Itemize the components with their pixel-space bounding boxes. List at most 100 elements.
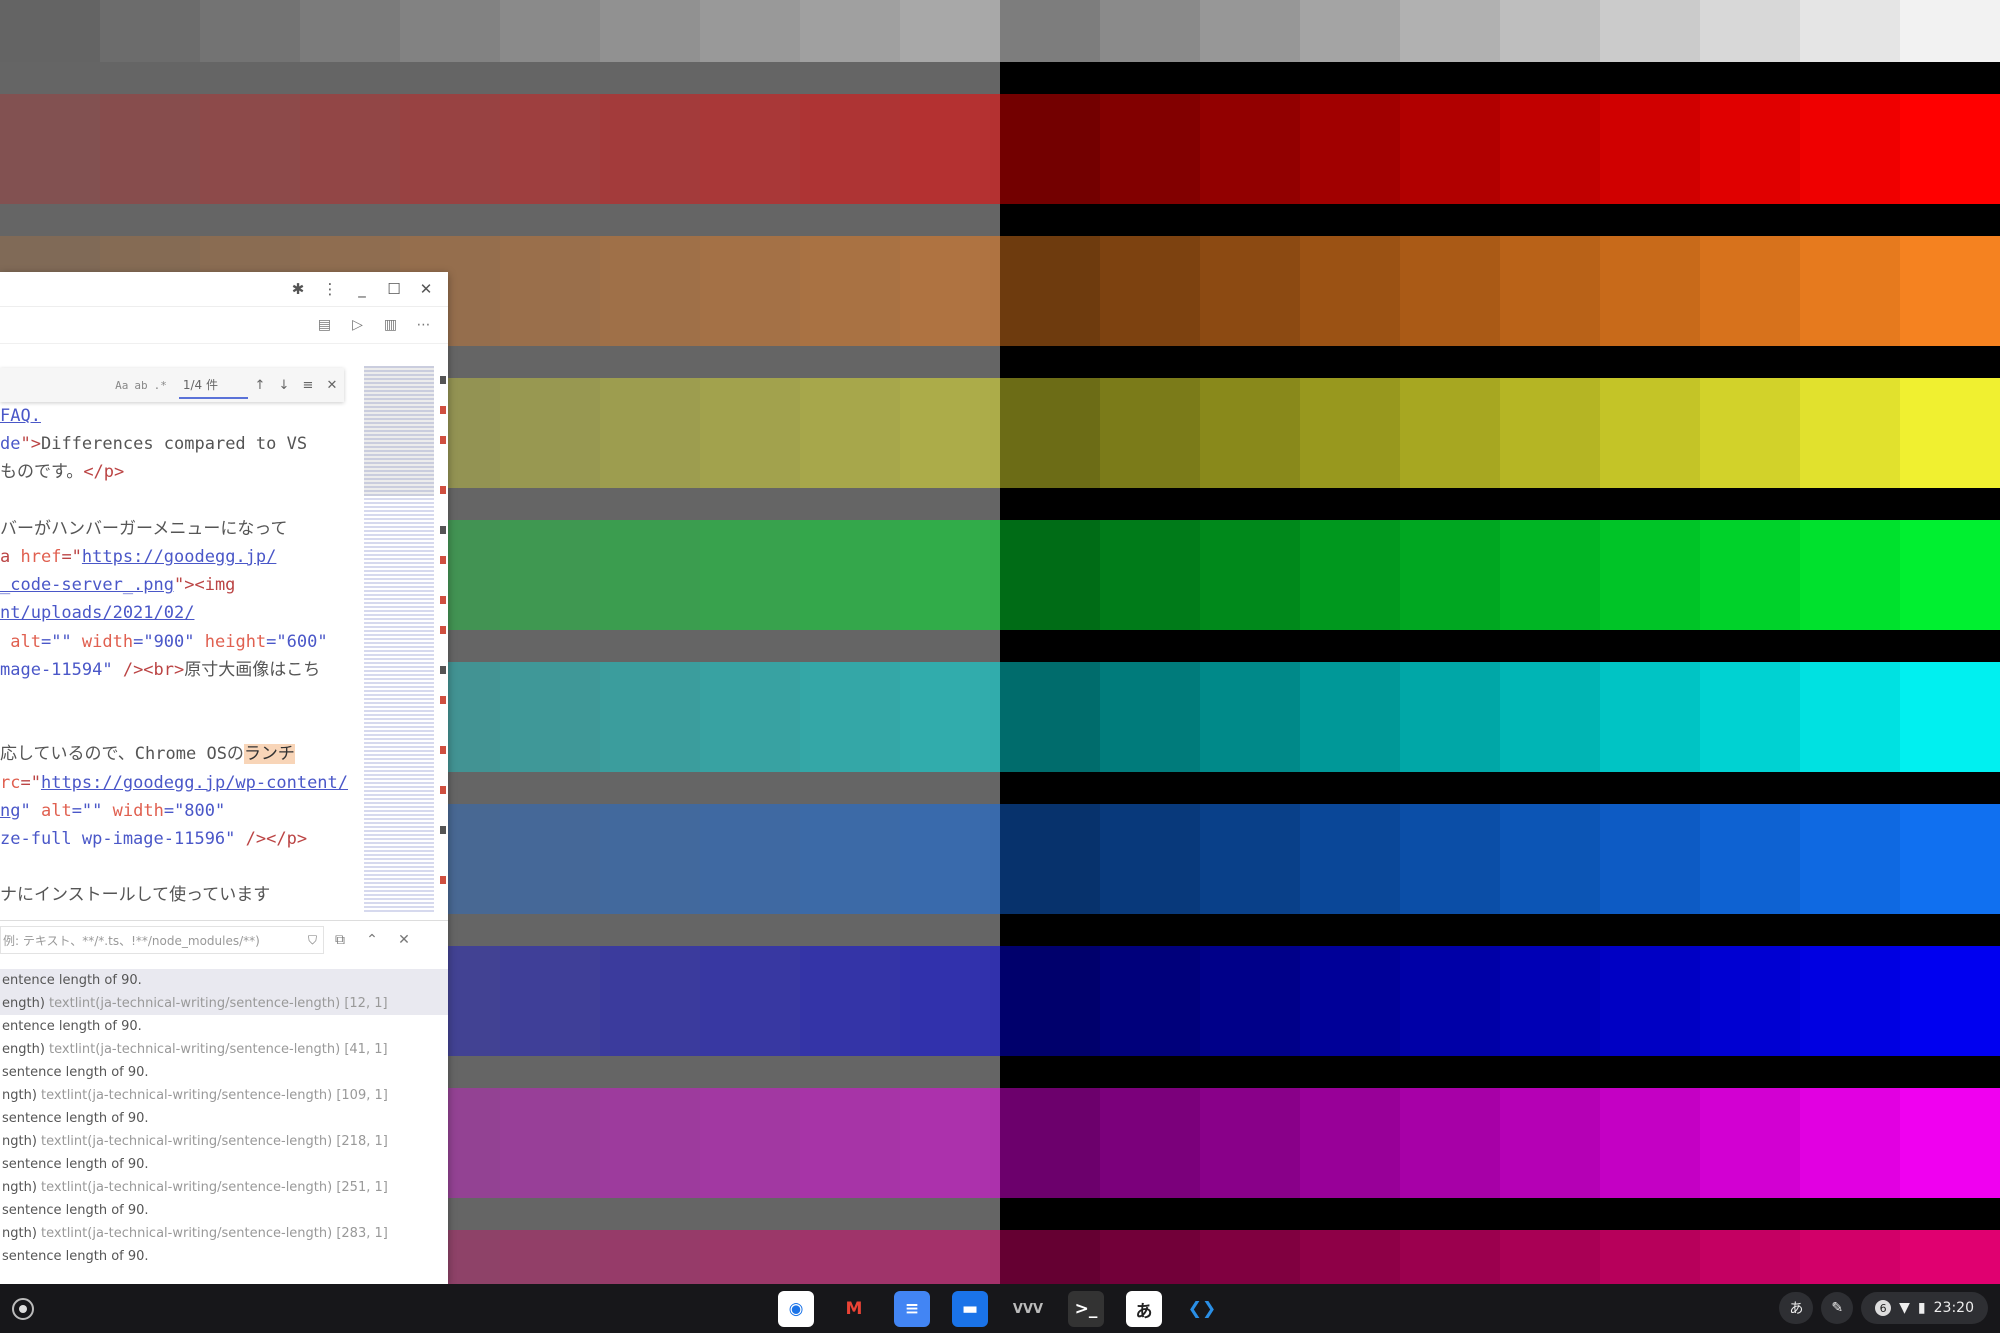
problems-panel: 例: テキスト、**/*.ts、!**/node_modules/**) ⛉ ⧉… [0, 920, 448, 1284]
problem-message: sentence length of 90. [2, 1065, 149, 1080]
problem-row[interactable]: ngth) textlint(ja-technical-writing/sent… [0, 1084, 448, 1107]
filter-icon[interactable]: ⛉ [308, 933, 323, 948]
problem-row[interactable]: ngth) textlint(ja-technical-writing/sent… [0, 1130, 448, 1153]
color-step [1400, 1088, 1500, 1198]
problem-message: entence length of 90. [2, 1019, 142, 1034]
stylus-icon[interactable]: ✎ [1821, 1292, 1854, 1324]
color-step [1800, 946, 1900, 1056]
problem-row[interactable]: ngth) textlint(ja-technical-writing/sent… [0, 1176, 448, 1199]
close-find-icon[interactable]: ✕ [320, 378, 344, 393]
code-token: href [20, 547, 62, 568]
code-token: rc [0, 772, 21, 793]
split-editor-icon[interactable]: ▥ [374, 310, 407, 340]
problem-row[interactable]: sentence length of 90. [0, 1199, 448, 1222]
files-icon[interactable]: ▬ [952, 1291, 988, 1327]
color-step [1400, 1230, 1500, 1284]
color-step [1000, 804, 1100, 914]
code-text-area[interactable]: FAQ. de">Differences compared to VS ものです。<… [0, 402, 360, 910]
launcher-button[interactable] [12, 1298, 34, 1320]
more-actions-icon[interactable]: ⋯ [407, 310, 440, 340]
color-step [500, 1088, 600, 1198]
color-step [700, 94, 800, 204]
gray-step [1400, 0, 1500, 62]
color-step [700, 1230, 800, 1284]
color-step [1200, 520, 1300, 630]
color-step [1200, 1230, 1300, 1284]
find-in-selection-icon[interactable]: ≡ [296, 378, 320, 393]
code-line: ものです。</p> [0, 458, 360, 486]
code-token: " [20, 800, 41, 821]
color-step [1300, 946, 1400, 1056]
color-step [1500, 662, 1600, 772]
extensions-icon[interactable]: ✱ [282, 272, 314, 306]
close-panel-icon[interactable]: ✕ [388, 932, 420, 948]
color-step [100, 94, 200, 204]
run-icon[interactable]: ▷ [341, 310, 374, 340]
collapse-all-icon[interactable]: ⧉ [324, 932, 356, 948]
match-case-toggle[interactable]: Aa [115, 379, 128, 392]
arrow-down-icon[interactable]: ↓ [272, 378, 296, 393]
color-step [1000, 946, 1100, 1056]
terminal-icon[interactable]: >_ [1068, 1291, 1104, 1327]
problems-filter-input[interactable]: 例: テキスト、**/*.ts、!**/node_modules/**) ⛉ [0, 926, 324, 954]
color-step [700, 378, 800, 488]
problem-row[interactable]: ength) textlint(ja-technical-writing/sen… [0, 1038, 448, 1061]
problem-row[interactable]: sentence length of 90. [0, 1107, 448, 1130]
gmail-icon[interactable]: M [836, 1291, 872, 1327]
separator-band [0, 204, 2000, 236]
color-step [1600, 520, 1700, 630]
vscode-icon[interactable]: ❮❯ [1184, 1291, 1220, 1327]
color-step [1200, 94, 1300, 204]
minimize-icon[interactable]: _ [346, 272, 378, 306]
more-vertical-icon[interactable]: ⋮ [314, 272, 346, 306]
arrow-up-icon[interactable]: ↑ [248, 378, 272, 393]
whole-word-toggle[interactable]: ab [134, 379, 147, 392]
error-marker [440, 666, 446, 674]
close-icon[interactable]: ✕ [410, 272, 442, 306]
minimap-slider[interactable] [364, 366, 434, 496]
problem-source: textlint(ja-technical-writing/sentence-l… [36, 1226, 388, 1241]
code-line: nt/uploads/2021/02/ [0, 599, 360, 627]
ime-indicator[interactable]: あ [1779, 1292, 1814, 1324]
problem-message: ength) [2, 996, 45, 1011]
color-step [600, 1088, 700, 1198]
regex-toggle[interactable]: .* [154, 379, 167, 392]
problem-row[interactable]: ength) textlint(ja-technical-writing/sen… [0, 992, 448, 1015]
problem-row[interactable]: sentence length of 90. [0, 1061, 448, 1084]
system-status[interactable]: 6 ▼ ▮ 23:20 [1861, 1292, 1988, 1324]
color-step [800, 662, 900, 772]
app-kanji-icon[interactable]: あ [1126, 1291, 1162, 1327]
code-token: ng [0, 800, 21, 821]
error-marker [440, 556, 446, 564]
window-titlebar: ✱ ⋮ _ ☐ ✕ [0, 272, 448, 307]
color-step [1300, 1230, 1400, 1284]
open-preview-icon[interactable]: ▤ [308, 310, 341, 340]
color-step [1800, 1230, 1900, 1284]
chrome-icon[interactable]: ◉ [778, 1291, 814, 1327]
color-step [1700, 520, 1800, 630]
docs-icon[interactable]: ≡ [894, 1291, 930, 1327]
app-vvvv-icon[interactable]: VVV [1010, 1291, 1046, 1327]
color-step [1400, 946, 1500, 1056]
problem-message: sentence length of 90. [2, 1203, 149, 1218]
problem-row[interactable]: sentence length of 90. [0, 1245, 448, 1268]
color-step [900, 378, 1000, 488]
maximize-panel-icon[interactable]: ⌃ [356, 932, 388, 948]
code-token: /><br> [112, 659, 185, 680]
color-step [600, 946, 700, 1056]
gray-step [100, 0, 200, 62]
code-editor-window[interactable]: ✱ ⋮ _ ☐ ✕ ▤ ▷ ▥ ⋯ Aa ab .* 1/4 件 ↑ ↓ ≡ ✕… [0, 272, 448, 1284]
error-marker [440, 436, 446, 444]
problem-source: textlint(ja-technical-writing/sentence-l… [36, 1088, 388, 1103]
problem-row[interactable]: ngth) textlint(ja-technical-writing/sent… [0, 1222, 448, 1245]
color-step [1900, 520, 2000, 630]
color-step [1700, 1230, 1800, 1284]
error-marker [440, 486, 446, 494]
problem-row[interactable]: sentence length of 90. [0, 1153, 448, 1176]
problem-row[interactable]: entence length of 90. [0, 969, 448, 992]
color-step [800, 520, 900, 630]
problem-row[interactable]: entence length of 90. [0, 1015, 448, 1038]
color-step [600, 1230, 700, 1284]
maximize-icon[interactable]: ☐ [378, 272, 410, 306]
